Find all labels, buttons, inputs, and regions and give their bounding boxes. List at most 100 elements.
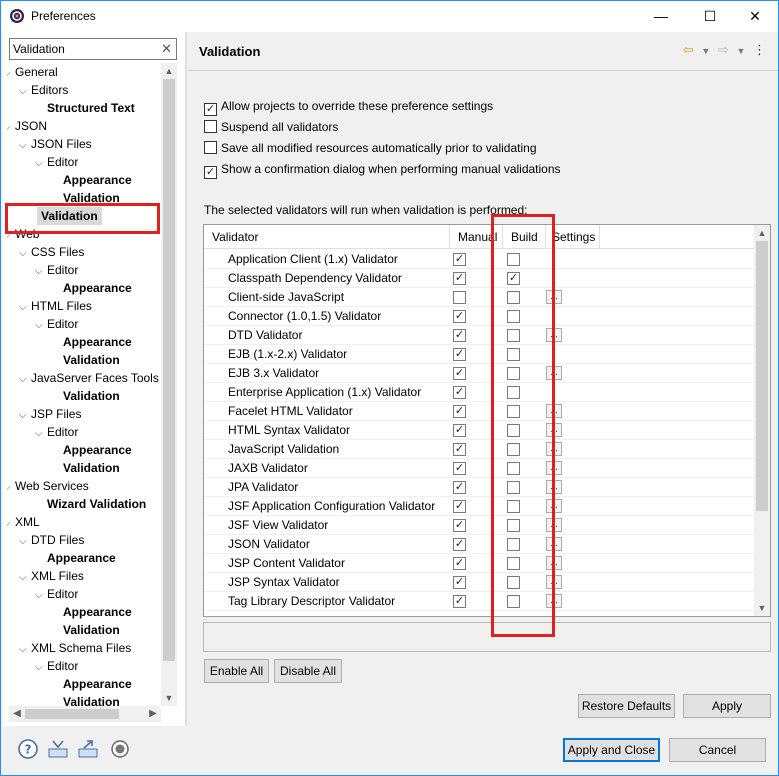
close-button[interactable]: ✕	[732, 1, 778, 31]
manual-checkbox[interactable]: ✓	[453, 348, 466, 361]
tree-item[interactable]: ⌵ HTML Files	[19, 297, 92, 315]
apply-and-close-button[interactable]: Apply and Close	[563, 738, 660, 762]
tree-item[interactable]: Appearance	[63, 333, 132, 351]
expand-chevron-icon[interactable]: ⌵	[35, 659, 47, 677]
import-icon[interactable]	[47, 738, 69, 760]
tree-item[interactable]: ⌵ JSP Files	[19, 405, 81, 423]
tree-item[interactable]: Validation	[63, 351, 120, 369]
help-icon[interactable]: ?	[17, 738, 39, 760]
manual-checkbox[interactable]: ✓	[453, 538, 466, 551]
table-row[interactable]: JAXB Validator ✓...	[204, 459, 754, 478]
tree-item[interactable]: ⌵JSON	[7, 117, 47, 135]
tree-vertical-scrollbar[interactable]: ▲ ▼	[161, 63, 177, 706]
tree-item[interactable]: Appearance	[63, 675, 132, 693]
table-row[interactable]: JSF Application Configuration Validator ✓…	[204, 497, 754, 516]
tree-item[interactable]: ⌵ JavaServer Faces Tools	[19, 369, 159, 387]
tree-item[interactable]: Wizard Validation	[47, 495, 146, 513]
scroll-down-icon[interactable]: ▼	[161, 690, 177, 706]
table-row[interactable]: EJB (1.x-2.x) Validator ✓	[204, 345, 754, 364]
option-checkbox-row[interactable]: ✓ Allow projects to override these prefer…	[204, 97, 493, 116]
manual-checkbox[interactable]: ✓	[453, 405, 466, 418]
kebab-menu-icon[interactable]: ⋮	[753, 42, 766, 58]
manual-checkbox[interactable]: ✓	[453, 462, 466, 475]
table-row[interactable]: HTML Syntax Validator ✓...	[204, 421, 754, 440]
expand-chevron-icon[interactable]: ⌵	[19, 569, 31, 587]
scroll-up-icon[interactable]: ▲	[161, 63, 177, 79]
scrollbar-thumb[interactable]	[163, 79, 175, 661]
scrollbar-thumb[interactable]	[756, 241, 768, 511]
option-checkbox-row[interactable]: ✓ Show a confirmation dialog when perform…	[204, 160, 561, 179]
expand-chevron-icon[interactable]: ⌵	[19, 83, 31, 101]
record-icon[interactable]	[109, 738, 131, 760]
expand-chevron-icon[interactable]: ⌵	[19, 407, 31, 425]
tree-horizontal-scrollbar[interactable]: ◀ ▶	[9, 706, 161, 722]
restore-defaults-button[interactable]: Restore Defaults	[578, 694, 675, 718]
checkbox-unchecked[interactable]	[204, 141, 217, 154]
expand-chevron-icon[interactable]: ⌵	[35, 263, 47, 281]
table-row[interactable]: JSON Validator ✓...	[204, 535, 754, 554]
manual-checkbox[interactable]: ✓	[453, 519, 466, 532]
maximize-button[interactable]: ☐	[687, 1, 733, 31]
expand-chevron-icon[interactable]: ⌵	[35, 155, 47, 173]
tree-item[interactable]: Structured Text	[47, 99, 135, 117]
export-icon[interactable]	[77, 738, 99, 760]
checkbox-checked[interactable]: ✓	[204, 166, 217, 179]
filter-input[interactable]	[10, 39, 150, 59]
expand-chevron-icon[interactable]: ⌵	[19, 137, 31, 155]
tree-item[interactable]: ⌵ JSON Files	[19, 135, 92, 153]
option-checkbox-row[interactable]: Suspend all validators	[204, 118, 338, 136]
checkbox-checked[interactable]: ✓	[204, 103, 217, 116]
expand-chevron-icon[interactable]: ⌵	[7, 515, 15, 533]
tree-item[interactable]: ⌵Web Services	[7, 477, 89, 495]
scroll-left-icon[interactable]: ◀	[9, 706, 25, 722]
tree-item[interactable]: Appearance	[63, 279, 132, 297]
manual-checkbox[interactable]: ✓	[453, 424, 466, 437]
manual-checkbox[interactable]: ✓	[453, 443, 466, 456]
manual-checkbox[interactable]: ✓	[453, 557, 466, 570]
clear-icon[interactable]: ✕	[161, 41, 172, 57]
tree-item[interactable]: Validation	[63, 459, 120, 477]
scroll-down-icon[interactable]: ▼	[754, 600, 770, 616]
expand-chevron-icon[interactable]: ⌵	[19, 533, 31, 551]
back-arrow-icon[interactable]: ⇦	[683, 42, 694, 58]
tree-item[interactable]: Validation	[63, 387, 120, 405]
column-validator[interactable]: Validator	[204, 225, 450, 249]
minimize-button[interactable]: —	[638, 1, 684, 31]
tree-item[interactable]: ⌵ Editor	[35, 153, 78, 171]
tree-item[interactable]: ⌵ Editor	[35, 261, 78, 279]
expand-chevron-icon[interactable]: ⌵	[7, 119, 15, 137]
expand-chevron-icon[interactable]: ⌵	[7, 479, 15, 497]
table-row[interactable]: Application Client (1.x) Validator ✓	[204, 250, 754, 269]
chevron-down-icon[interactable]: ▼	[701, 46, 710, 56]
apply-button[interactable]: Apply	[683, 694, 771, 718]
table-row[interactable]: Enterprise Application (1.x) Validator ✓	[204, 383, 754, 402]
scroll-up-icon[interactable]: ▲	[754, 225, 770, 241]
manual-checkbox[interactable]: ✓	[453, 367, 466, 380]
manual-checkbox[interactable]: ✓	[453, 576, 466, 589]
table-row[interactable]: Connector (1.0,1.5) Validator ✓	[204, 307, 754, 326]
tree-item[interactable]: ⌵ Editor	[35, 315, 78, 333]
tree-item[interactable]: ⌵ DTD Files	[19, 531, 84, 549]
table-row[interactable]: Classpath Dependency Validator ✓ ✓	[204, 269, 754, 288]
expand-chevron-icon[interactable]: ⌵	[35, 587, 47, 605]
table-row[interactable]: JSP Content Validator ✓...	[204, 554, 754, 573]
tree-item[interactable]: ⌵ XML Schema Files	[19, 639, 131, 657]
expand-chevron-icon[interactable]: ⌵	[35, 317, 47, 335]
manual-checkbox[interactable]: ✓	[453, 253, 466, 266]
enable-all-button[interactable]: Enable All	[204, 659, 269, 683]
expand-chevron-icon[interactable]: ⌵	[7, 65, 15, 83]
chevron-down-icon[interactable]: ▼	[736, 46, 745, 56]
tree-item[interactable]: Validation	[63, 693, 120, 706]
table-row[interactable]: Tag Library Descriptor Validator ✓...	[204, 592, 754, 611]
manual-checkbox[interactable]: ✓	[453, 272, 466, 285]
table-row[interactable]: JSP Syntax Validator ✓...	[204, 573, 754, 592]
table-row[interactable]: JavaScript Validation ✓...	[204, 440, 754, 459]
cancel-button[interactable]: Cancel	[669, 738, 766, 762]
table-row[interactable]: JPA Validator ✓...	[204, 478, 754, 497]
table-row[interactable]: DTD Validator ✓...	[204, 326, 754, 345]
table-row[interactable]: EJB 3.x Validator ✓...	[204, 364, 754, 383]
scrollbar-thumb[interactable]	[25, 709, 119, 719]
forward-arrow-icon[interactable]: ⇨	[718, 42, 729, 58]
tree-item[interactable]: ⌵ Editors	[19, 81, 68, 99]
expand-chevron-icon[interactable]: ⌵	[19, 299, 31, 317]
